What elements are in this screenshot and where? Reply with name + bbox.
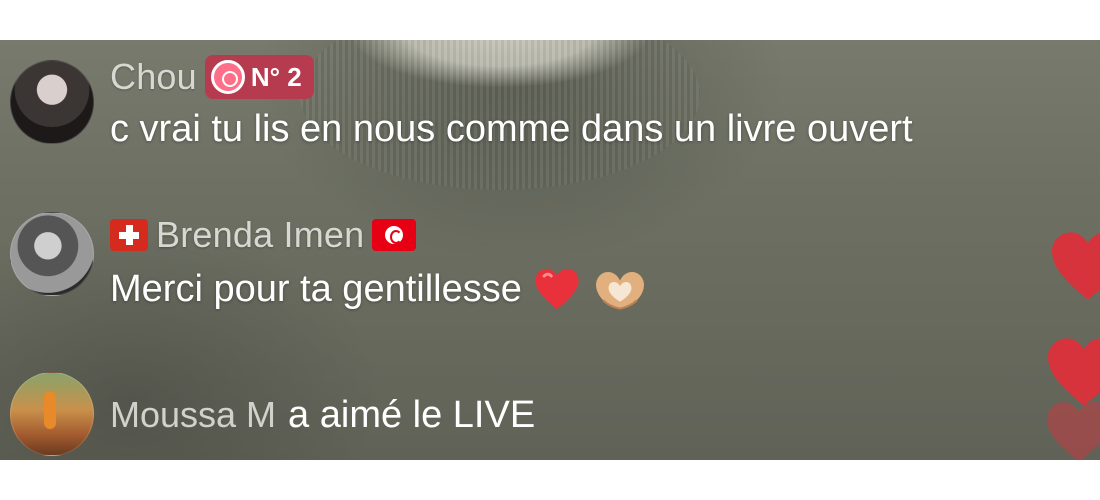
rank-badge: N° 2 <box>204 55 314 99</box>
user-avatar[interactable] <box>10 60 94 144</box>
red-heart-icon <box>534 266 580 312</box>
floating-heart-icon <box>1047 402 1100 460</box>
like-text: Moussa M a aimé le LIVE <box>110 390 535 440</box>
comment-text: c vrai tu lis en nous comme dans un livr… <box>110 108 913 151</box>
medal-icon <box>210 60 245 94</box>
username[interactable]: Brenda Imen <box>156 214 364 256</box>
comment-text: Merci pour ta gentillesse <box>110 266 648 312</box>
username[interactable]: Chou <box>110 56 197 98</box>
comment-header: Chou N° 2 <box>110 52 314 102</box>
floating-heart-icon <box>1052 232 1100 300</box>
comment-header: Brenda Imen <box>110 210 417 260</box>
user-avatar[interactable] <box>10 372 94 456</box>
switzerland-flag-icon <box>110 219 148 251</box>
live-stream-video: Chou N° 2 c vrai tu lis en nous comme da… <box>0 40 1100 460</box>
tunisia-flag-icon <box>372 219 417 251</box>
rank-label: N° 2 <box>250 61 302 92</box>
user-avatar[interactable] <box>10 212 94 296</box>
floating-heart-icon <box>1048 338 1100 406</box>
comment-message: c vrai tu lis en nous comme dans un livr… <box>110 108 913 150</box>
like-action-text: a aimé le LIVE <box>288 393 536 436</box>
comment-message: Merci pour ta gentillesse <box>110 267 522 310</box>
username[interactable]: Moussa M <box>110 394 276 436</box>
heart-hands-icon <box>592 266 648 312</box>
